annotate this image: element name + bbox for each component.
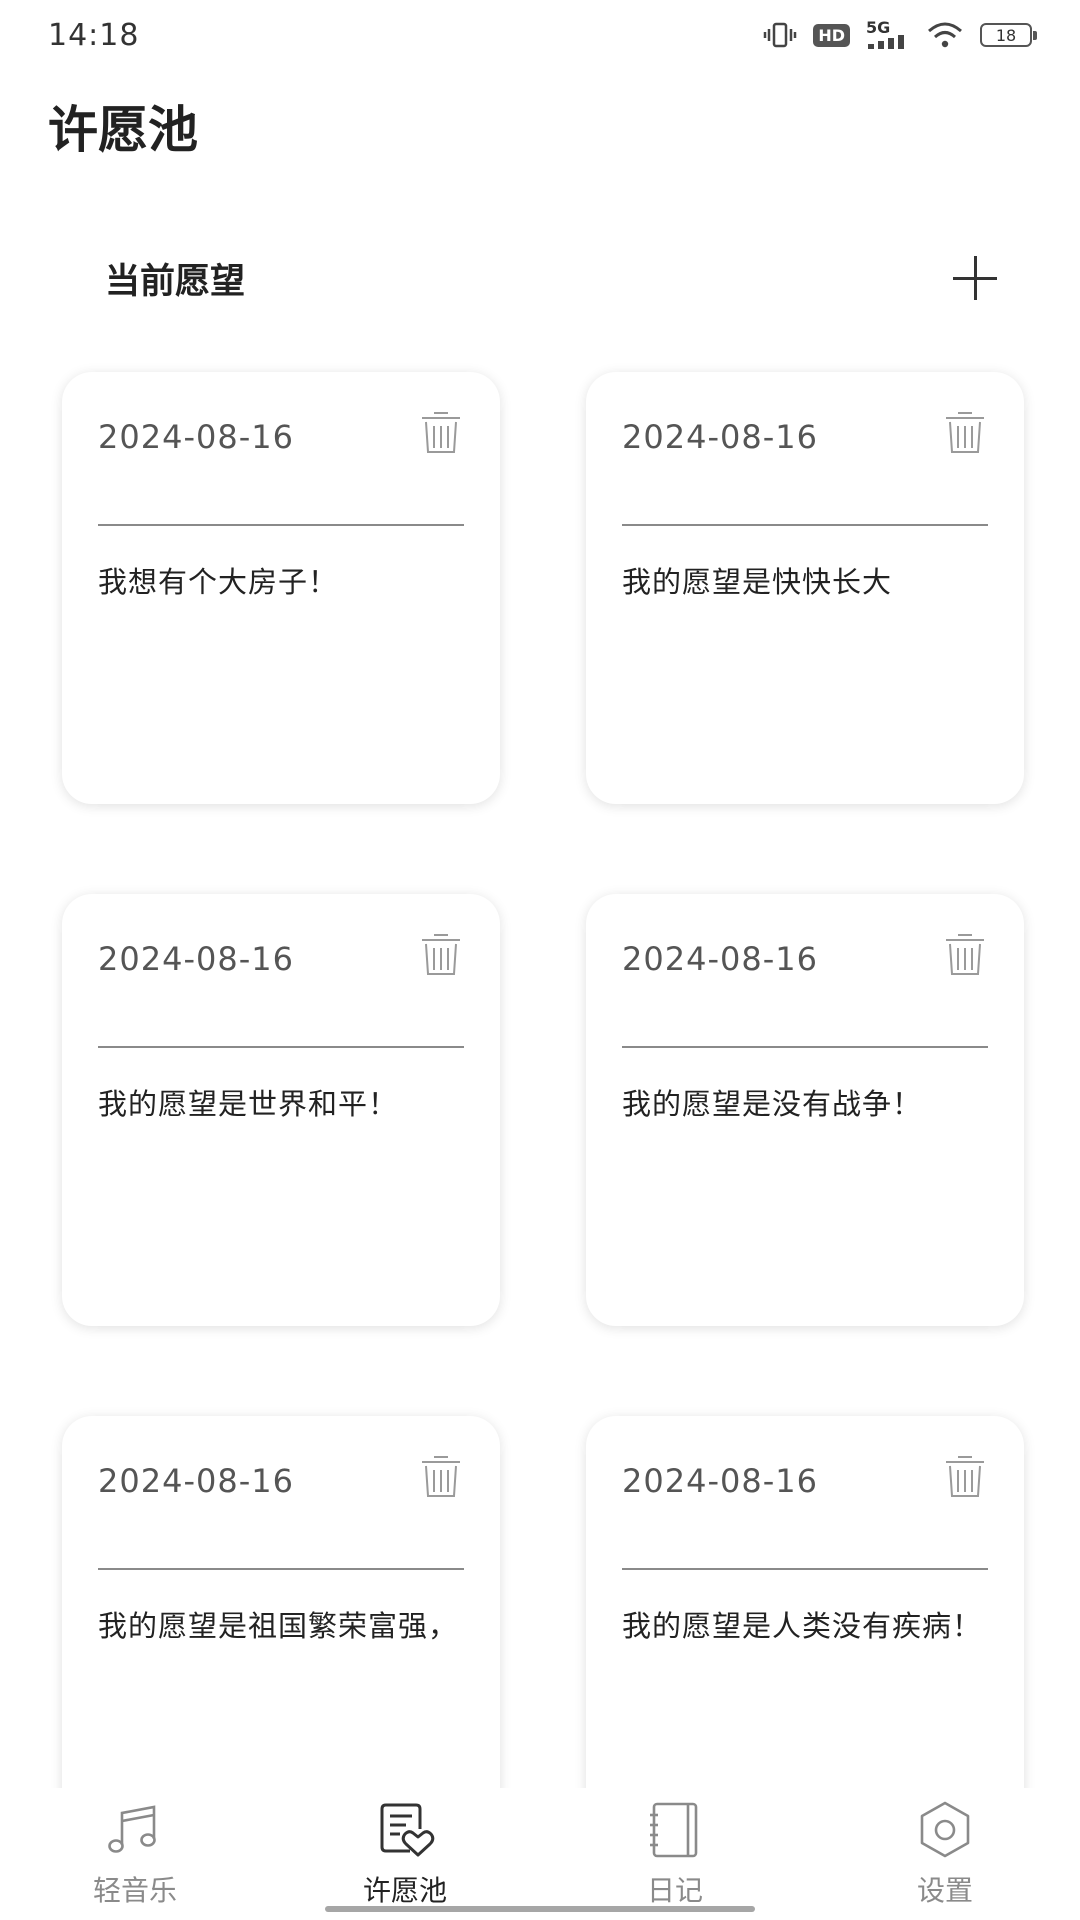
nav-label-wish-pool: 许愿池 <box>362 1874 447 1907</box>
wish-card-header: 2024-08-16 <box>622 1454 988 1570</box>
wish-text: 我想有个大房子！ <box>98 565 339 599</box>
wish-card-header: 2024-08-16 <box>622 410 988 526</box>
wish-date: 2024-08-16 <box>98 418 294 456</box>
wish-date: 2024-08-16 <box>622 418 818 456</box>
wish-card-header: 2024-08-16 <box>98 1454 464 1570</box>
wish-card[interactable]: 2024-08-16 我的愿望是世界和平！ <box>62 894 500 1326</box>
trash-icon[interactable] <box>418 410 464 456</box>
diary-book-icon <box>650 1802 698 1858</box>
vibrate-icon <box>763 21 797 49</box>
wish-text: 我的愿望是快快长大 <box>622 565 893 599</box>
wish-date: 2024-08-16 <box>622 940 818 978</box>
nav-label-settings: 设置 <box>916 1874 973 1907</box>
nav-item-settings[interactable]: 设置 <box>845 1799 1045 1909</box>
bottom-nav: 轻音乐 许愿池 日记 设置 <box>0 1788 1080 1920</box>
status-time: 14:18 <box>48 17 140 53</box>
wish-text: 我的愿望是世界和平！ <box>98 1087 399 1121</box>
wish-card[interactable]: 2024-08-16 我的愿望是人类没有疾病！ <box>586 1416 1024 1848</box>
nav-item-wish-pool[interactable]: 许愿池 <box>305 1799 505 1909</box>
wish-card-header: 2024-08-16 <box>622 932 988 1048</box>
trash-icon[interactable] <box>418 1454 464 1500</box>
wish-card-header: 2024-08-16 <box>98 410 464 526</box>
status-icons: HD 5G 18 <box>763 18 1037 49</box>
wish-card-header: 2024-08-16 <box>98 932 464 1048</box>
wish-list-heart-icon <box>380 1803 435 1857</box>
nav-item-diary[interactable]: 日记 <box>575 1799 775 1909</box>
wish-card[interactable]: 2024-08-16 我的愿望是祖国繁荣富强， <box>62 1416 500 1848</box>
nav-label-diary: 日记 <box>646 1874 703 1907</box>
wish-date: 2024-08-16 <box>622 1462 818 1500</box>
wish-text: 我的愿望是祖国繁荣富强， <box>98 1609 459 1643</box>
wish-date: 2024-08-16 <box>98 940 294 978</box>
wish-card[interactable]: 2024-08-16 我的愿望是快快长大 <box>586 372 1024 804</box>
wish-text: 我的愿望是没有战争！ <box>622 1087 923 1121</box>
status-bar: 14:18 HD 5G 18 <box>0 0 1080 70</box>
wifi-icon <box>926 21 964 49</box>
section-title: 当前愿望 <box>105 261 246 302</box>
wish-card-grid: 2024-08-16 我想有个大房子！ 2024-08-16 我的愿望是快快长大… <box>62 372 1024 1848</box>
wish-card[interactable]: 2024-08-16 我想有个大房子！ <box>62 372 500 804</box>
add-wish-button[interactable] <box>945 248 1005 308</box>
signal-5g-icon: 5G <box>866 18 910 49</box>
wish-card[interactable]: 2024-08-16 我的愿望是没有战争！ <box>586 894 1024 1326</box>
wish-text: 我的愿望是人类没有疾病！ <box>622 1609 983 1643</box>
music-note-icon <box>108 1805 156 1853</box>
trash-icon[interactable] <box>942 932 988 978</box>
trash-icon[interactable] <box>418 932 464 978</box>
trash-icon[interactable] <box>942 410 988 456</box>
gear-icon <box>920 1801 970 1858</box>
app-screen: 14:18 HD 5G 18 许愿池 当前愿望 2024-08-16 我想有个大… <box>0 0 1080 1920</box>
page-title: 许愿池 <box>48 101 198 159</box>
home-indicator-bar[interactable] <box>325 1906 755 1912</box>
battery-indicator: 18 <box>980 23 1037 47</box>
wish-date: 2024-08-16 <box>98 1462 294 1500</box>
nav-label-music: 轻音乐 <box>92 1874 177 1907</box>
hd-badge: HD <box>813 23 850 47</box>
nav-item-music[interactable]: 轻音乐 <box>35 1799 235 1909</box>
trash-icon[interactable] <box>942 1454 988 1500</box>
network-type-label: 5G <box>866 18 891 37</box>
section-header: 当前愿望 <box>105 248 1005 308</box>
